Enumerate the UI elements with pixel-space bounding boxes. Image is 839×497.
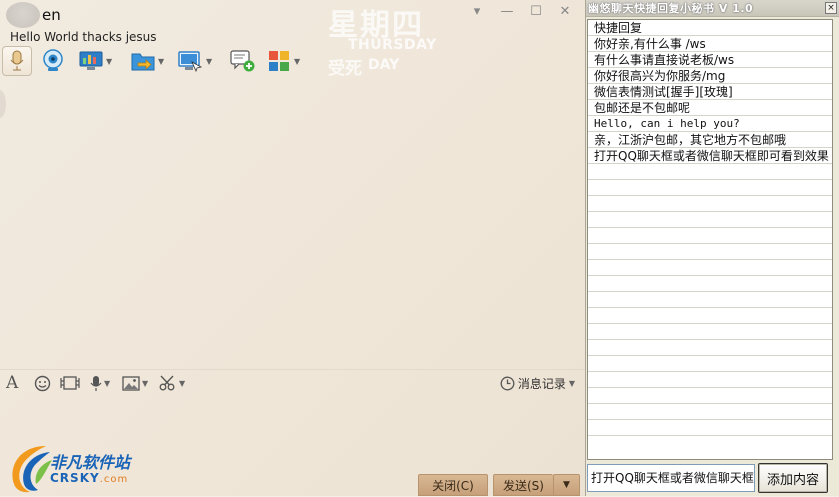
empty-row — [588, 164, 832, 180]
reply-list[interactable]: 快捷回复 你好亲,有什么事 /ws 有什么事请直接说老板/ws 你好很高兴为你服… — [587, 19, 833, 460]
list-item[interactable]: 你好亲,有什么事 /ws — [588, 36, 832, 52]
minimize-button[interactable]: — — [498, 4, 516, 20]
add-content-button[interactable]: 添加内容 — [758, 463, 828, 493]
panel-title: 幽悠聊天快捷回复小秘书 V 1.0 — [586, 0, 839, 17]
empty-rows — [588, 164, 832, 436]
chevron-down-icon[interactable]: ▼ — [142, 379, 148, 388]
empty-row — [588, 244, 832, 260]
logo-domain: .com — [99, 474, 129, 485]
empty-row — [588, 420, 832, 436]
chevron-down-icon[interactable]: ▼ — [569, 379, 575, 388]
apps-grid-icon — [269, 51, 289, 71]
logo-brand: CRSKY — [50, 471, 100, 485]
list-item[interactable]: 打开QQ聊天框或者微信聊天框即可看到效果 — [588, 148, 832, 164]
list-item[interactable]: 你好很高兴为你服务/mg — [588, 68, 832, 84]
emoji-button[interactable] — [34, 373, 51, 393]
list-item[interactable]: 有什么事请直接说老板/ws — [588, 52, 832, 68]
reply-list-header: 快捷回复 — [588, 20, 832, 36]
message-history-area[interactable] — [0, 80, 585, 368]
video-call-button[interactable] — [40, 46, 66, 76]
scissors-icon — [159, 375, 175, 391]
empty-row — [588, 324, 832, 340]
voice-call-button[interactable] — [2, 46, 32, 76]
logo-name: 非凡软件站 — [50, 453, 131, 472]
contact-signature: Hello World thacks jesus — [10, 30, 157, 44]
empty-row — [588, 276, 832, 292]
empty-row — [588, 212, 832, 228]
weekday-watermark-sub-en: DAY — [368, 57, 400, 73]
empty-row — [588, 292, 832, 308]
microphone-icon — [10, 50, 24, 71]
divider — [0, 369, 585, 370]
film-icon — [60, 376, 80, 390]
chevron-down-icon[interactable]: ▼ — [104, 379, 110, 388]
chevron-down-icon[interactable]: ▼ — [106, 57, 112, 66]
input-toolbar: A ▼ ▼ ▼ 消息记录 ▼ — [6, 373, 581, 395]
empty-row — [588, 308, 832, 324]
message-history-label: 消息记录 — [517, 377, 566, 391]
reply-content-input[interactable]: 打开QQ聊天框或者微信聊天框即 — [587, 464, 755, 492]
maximize-button[interactable]: ☐ — [527, 4, 545, 20]
logo-sub: CRSKY.com — [50, 471, 128, 485]
quick-reply-panel: 幽悠聊天快捷回复小秘书 V 1.0 × 快捷回复 你好亲,有什么事 /ws 有什… — [585, 0, 839, 496]
logo-swoosh-icon — [12, 446, 52, 493]
close-chat-button[interactable]: 关闭(C) — [418, 474, 488, 496]
empty-row — [588, 372, 832, 388]
empty-row — [588, 196, 832, 212]
font-button[interactable]: A — [6, 373, 18, 393]
microphone-icon — [90, 375, 102, 391]
create-discussion-button[interactable] — [230, 46, 256, 76]
clock-icon — [500, 376, 515, 391]
image-icon — [122, 375, 140, 391]
empty-row — [588, 260, 832, 276]
empty-row — [588, 356, 832, 372]
list-item[interactable]: 亲，江浙沪包邮，其它地方不包邮哦 — [588, 132, 832, 148]
voice-message-button[interactable]: ▼ — [90, 373, 110, 393]
avatar[interactable] — [6, 2, 40, 28]
chevron-down-icon[interactable]: ▼ — [158, 57, 164, 66]
empty-row — [588, 228, 832, 244]
share-screen-button[interactable]: ▼ — [178, 46, 212, 76]
list-item[interactable]: 微信表情测试[握手][玫瑰] — [588, 84, 832, 100]
chat-add-icon — [230, 50, 255, 72]
chevron-down-icon[interactable]: ▼ — [206, 57, 212, 66]
empty-row — [588, 340, 832, 356]
window-menu-button[interactable]: ▾ — [468, 4, 486, 20]
screenshot-button[interactable]: ▼ — [159, 373, 185, 393]
send-button[interactable]: 发送(S) — [493, 474, 553, 496]
smiley-icon — [34, 375, 51, 391]
chat-window: en Hello World thacks jesus 星期四 THURSDAY… — [0, 0, 585, 496]
empty-row — [588, 404, 832, 420]
folder-arrow-icon — [131, 53, 155, 71]
send-options-button[interactable]: ▼ — [553, 474, 580, 496]
chat-toolbar: ▼ ▼ ▼ ▼ — [2, 46, 322, 78]
weekday-watermark-en: THURSDAY — [348, 37, 437, 53]
chevron-down-icon[interactable]: ▼ — [179, 379, 185, 388]
remote-desktop-button[interactable]: ▼ — [78, 46, 112, 76]
close-window-button[interactable]: ✕ — [556, 4, 574, 20]
list-item[interactable]: Hello, can i help you? — [588, 116, 832, 132]
video-message-button[interactable] — [60, 373, 80, 393]
empty-row — [588, 388, 832, 404]
contact-nickname: en — [42, 6, 61, 24]
weekday-watermark-sub: 受死 — [328, 59, 362, 79]
chevron-down-icon[interactable]: ▼ — [294, 57, 300, 66]
send-file-button[interactable]: ▼ — [130, 46, 164, 76]
send-image-button[interactable]: ▼ — [122, 373, 148, 393]
webcam-icon — [43, 49, 63, 71]
message-history-button[interactable]: 消息记录 ▼ — [500, 375, 575, 392]
screen-share-icon — [178, 51, 203, 72]
monitor-icon — [79, 51, 103, 70]
list-item[interactable]: 包邮还是不包邮呢 — [588, 100, 832, 116]
scrollbar[interactable] — [834, 19, 839, 460]
apps-button[interactable]: ▼ — [266, 46, 300, 76]
panel-close-button[interactable]: × — [825, 2, 837, 14]
empty-row — [588, 180, 832, 196]
